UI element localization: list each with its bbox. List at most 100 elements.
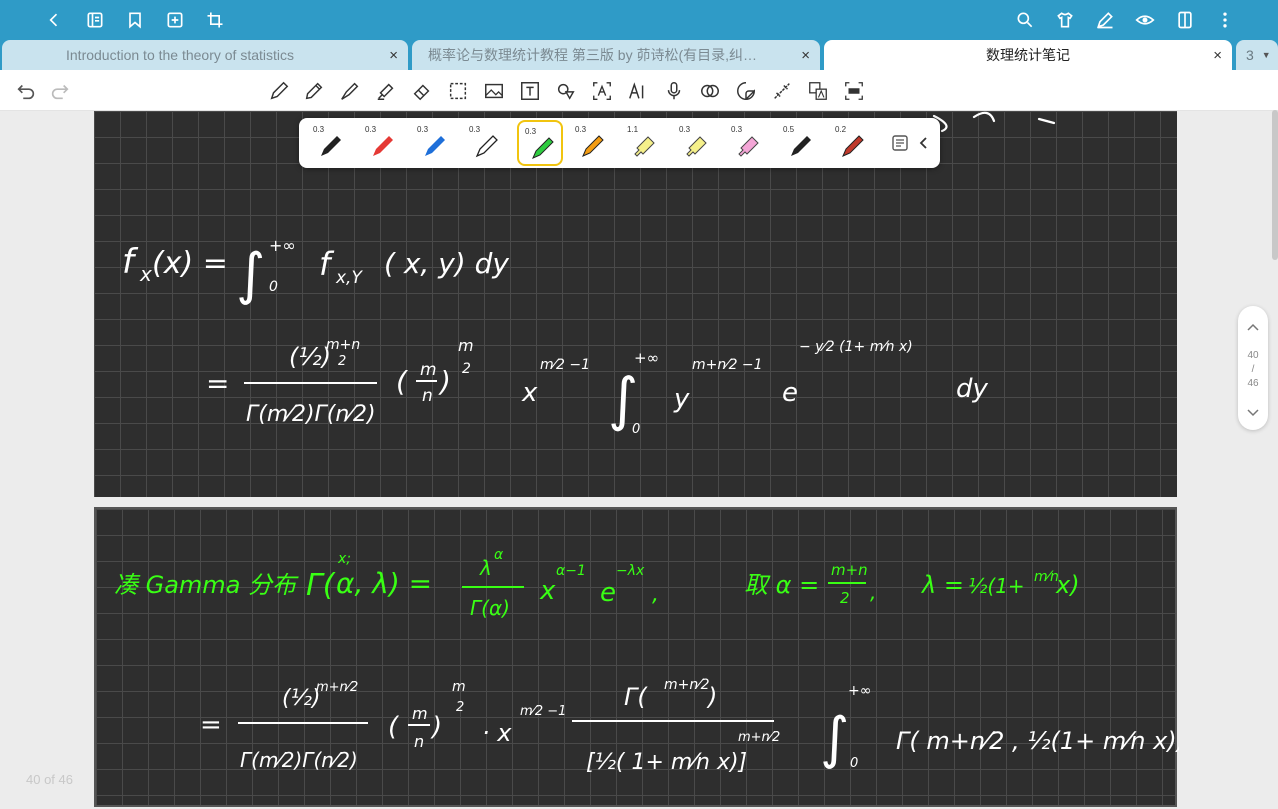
total-pages: 46 xyxy=(1247,378,1259,389)
tab-close-button[interactable]: × xyxy=(1213,47,1222,64)
back-icon[interactable] xyxy=(42,8,66,32)
svg-text:0: 0 xyxy=(632,422,640,437)
page-down-icon[interactable] xyxy=(1245,404,1261,423)
pen-red[interactable]: 0.3 xyxy=(359,120,405,166)
svg-text:2: 2 xyxy=(840,589,850,607)
sticker-icon[interactable] xyxy=(734,79,758,103)
svg-text:凑 Gamma 分布: 凑 Gamma 分布 xyxy=(114,571,299,599)
eraser-icon[interactable] xyxy=(410,79,434,103)
svg-text:f: f xyxy=(319,245,335,283)
svg-text:x: x xyxy=(539,576,556,606)
pencil-tool-icon[interactable] xyxy=(267,79,291,103)
svg-text:[½( 1+ m⁄n x)]: [½( 1+ m⁄n x)] xyxy=(586,750,747,775)
image-insert-icon[interactable] xyxy=(482,79,506,103)
ocr-icon[interactable] xyxy=(842,79,866,103)
svg-text:− y⁄2 (1+ m⁄n x): − y⁄2 (1+ m⁄n x) xyxy=(799,339,913,355)
note-page-40[interactable]: f x (x) = ∫ +∞ 0 f x,Y ( x, y) dy = (½) … xyxy=(94,111,1177,497)
fountain-pen-icon[interactable] xyxy=(338,79,362,103)
add-page-icon[interactable] xyxy=(163,8,187,32)
highlighter-icon[interactable] xyxy=(374,79,398,103)
ai-icon[interactable] xyxy=(626,79,650,103)
text-box-icon[interactable] xyxy=(518,79,542,103)
svg-text:λ =: λ = xyxy=(920,571,964,599)
svg-text:n: n xyxy=(422,386,433,406)
pen-orange[interactable]: 0.3 xyxy=(569,120,615,166)
recognize-icon[interactable] xyxy=(698,79,722,103)
tab-theory-of-statistics[interactable]: Introduction to the theory of statistics… xyxy=(2,40,408,70)
pen-icon xyxy=(532,137,554,159)
pen-dark-red[interactable]: 0.2 xyxy=(829,120,875,166)
tab-probability-textbook[interactable]: 概率论与数理统计教程 第三版 by 茆诗松(有目录,纠… × xyxy=(412,40,820,70)
page-navigator: 40 / 46 xyxy=(1238,306,1268,430)
highlighter-pink[interactable]: 0.3 xyxy=(725,120,771,166)
tab-close-button[interactable]: × xyxy=(801,47,810,64)
svg-text:m: m xyxy=(420,360,437,380)
bookmark-icon[interactable] xyxy=(123,8,147,32)
highlighter-icon xyxy=(738,136,759,157)
shape-tool-icon[interactable] xyxy=(554,79,578,103)
lasso-select-icon[interactable] xyxy=(446,79,470,103)
note-page-41[interactable]: 凑 Gamma 分布 Γ( x; α, λ) = λ α Γ(α) x α−1 … xyxy=(94,507,1179,807)
pen-black[interactable]: 0.3 xyxy=(307,120,353,166)
collapse-palette-icon[interactable] xyxy=(915,134,933,152)
pen-icon xyxy=(842,135,864,157)
pen-tool-icon[interactable] xyxy=(302,79,326,103)
svg-text:+∞: +∞ xyxy=(634,349,659,367)
svg-text:m+n: m+n xyxy=(831,561,868,579)
ocr-text-icon[interactable] xyxy=(590,79,614,103)
handwriting-strokes: 凑 Gamma 分布 Γ( x; α, λ) = λ α Γ(α) x α−1 … xyxy=(114,547,1179,775)
pen-icon xyxy=(582,135,604,157)
microphone-icon[interactable] xyxy=(662,79,686,103)
svg-text:( x, y) dy: ( x, y) dy xyxy=(384,247,509,280)
search-icon[interactable] xyxy=(1013,8,1037,32)
svg-text:(x) =: (x) = xyxy=(152,246,228,281)
laser-pointer-icon[interactable] xyxy=(770,79,794,103)
svg-text:x: x xyxy=(521,378,538,408)
pen-icon xyxy=(791,136,811,156)
svg-text:m+n⁄2: m+n⁄2 xyxy=(316,680,358,695)
svg-text:): ) xyxy=(706,683,717,711)
pen-black-fine[interactable]: 0.5 xyxy=(777,120,823,166)
svg-text:,: , xyxy=(652,582,659,607)
undo-icon[interactable] xyxy=(14,79,38,103)
highlighter-icon xyxy=(634,136,655,157)
highlighter-yellow-thick[interactable]: 1.1 xyxy=(621,120,667,166)
svg-text:取 α =: 取 α = xyxy=(744,571,819,599)
svg-text:m+n: m+n xyxy=(326,337,360,353)
svg-text:α: α xyxy=(494,547,504,563)
pen-white[interactable]: 0.3 xyxy=(463,120,509,166)
svg-text:(: ( xyxy=(388,712,400,742)
drawing-toolbar xyxy=(0,70,1278,111)
document-canvas[interactable]: f x (x) = ∫ +∞ 0 f x,Y ( x, y) dy = (½) … xyxy=(0,111,1278,807)
svg-text:Γ(: Γ( xyxy=(624,683,648,711)
svg-text:e: e xyxy=(600,578,616,608)
translate-icon[interactable] xyxy=(806,79,830,103)
svg-text:y: y xyxy=(673,384,690,414)
edit-pen-icon[interactable] xyxy=(1093,8,1117,32)
theme-shirt-icon[interactable] xyxy=(1053,8,1077,32)
crop-icon[interactable] xyxy=(203,8,227,32)
tab-title: 数理统计笔记 xyxy=(986,47,1070,63)
current-page: 40 xyxy=(1247,350,1259,361)
page-up-icon[interactable] xyxy=(1245,320,1261,339)
pen-blue[interactable]: 0.3 xyxy=(411,120,457,166)
layout-icon[interactable] xyxy=(1173,8,1197,32)
pen-settings-icon[interactable] xyxy=(891,134,909,152)
page-separator: / xyxy=(1251,364,1255,375)
svg-text:(½): (½) xyxy=(282,686,321,711)
svg-text:2: 2 xyxy=(338,354,346,369)
tab-stats-notes[interactable]: 数理统计笔记 × xyxy=(824,40,1232,70)
svg-text:Γ(α): Γ(α) xyxy=(470,596,510,620)
tab-count[interactable]: 3 ▼ xyxy=(1236,40,1278,70)
svg-text:=: = xyxy=(200,710,222,740)
svg-text:λ: λ xyxy=(479,556,492,580)
pen-green-selected[interactable]: 0.3 xyxy=(517,120,563,166)
read-mode-eye-icon[interactable] xyxy=(1133,8,1157,32)
more-icon[interactable] xyxy=(1213,8,1237,32)
svg-text:½(1+: ½(1+ xyxy=(968,574,1025,598)
redo-icon[interactable] xyxy=(48,79,72,103)
highlighter-yellow[interactable]: 0.3 xyxy=(673,120,719,166)
scrollbar-thumb[interactable] xyxy=(1272,110,1278,260)
outline-icon[interactable] xyxy=(83,8,107,32)
tab-close-button[interactable]: × xyxy=(389,47,398,64)
